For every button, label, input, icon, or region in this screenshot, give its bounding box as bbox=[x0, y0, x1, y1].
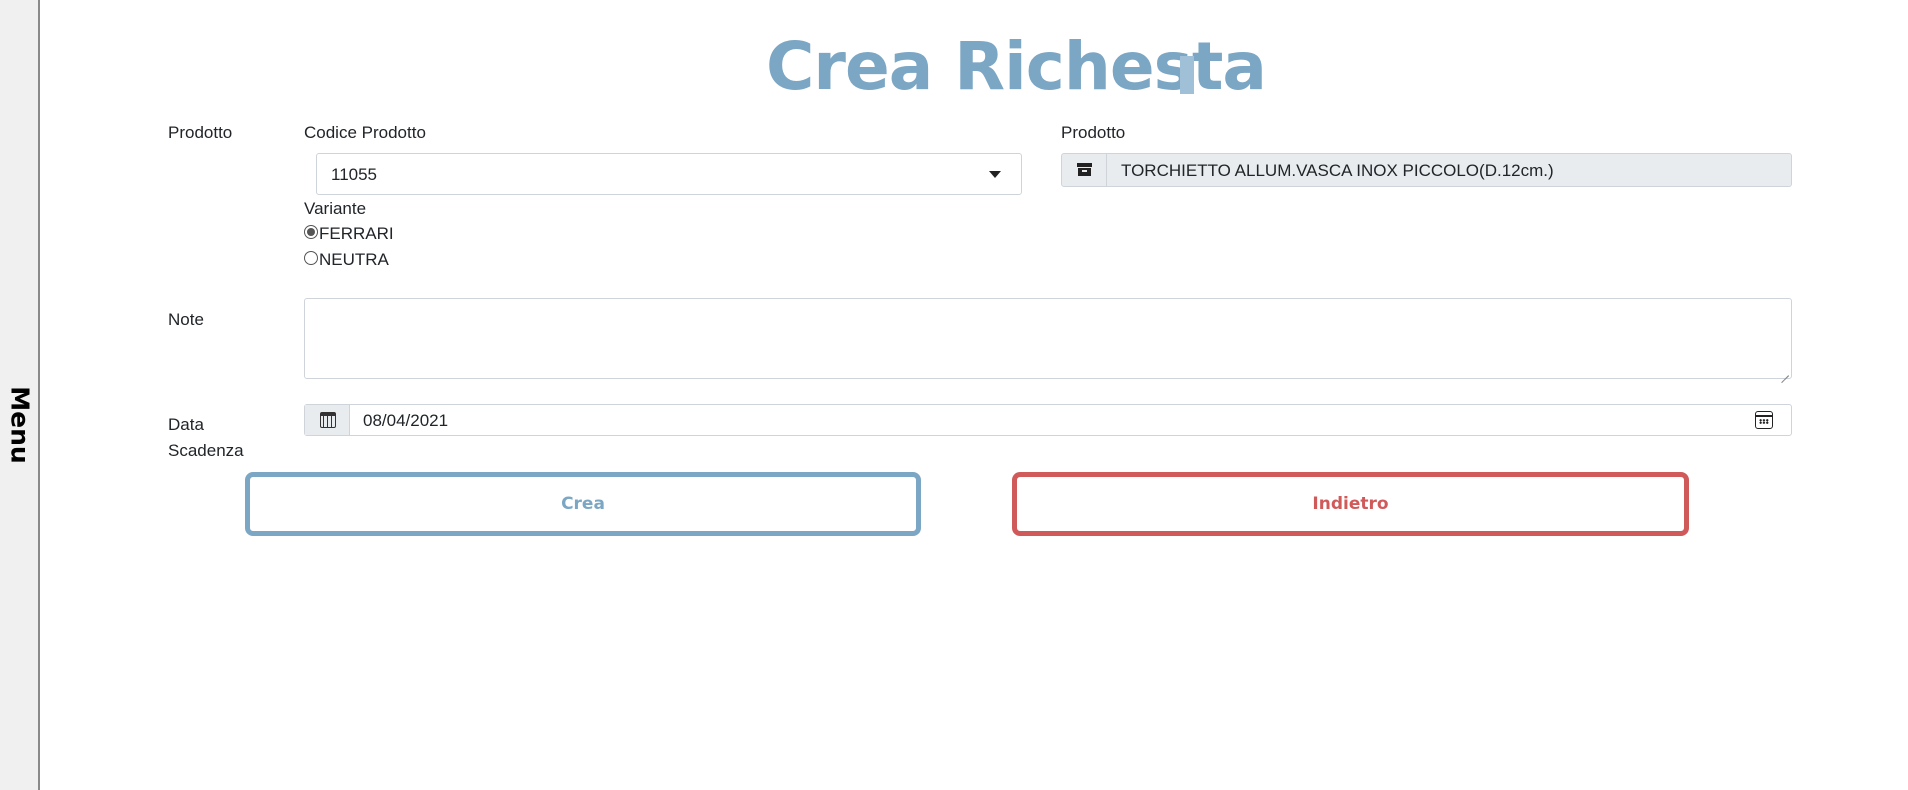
notes-label: Note bbox=[168, 310, 204, 329]
calendar-picker-icon[interactable] bbox=[1755, 411, 1773, 429]
variant-option-ferrari[interactable]: FERRARI bbox=[304, 224, 394, 244]
notes-textarea[interactable] bbox=[304, 298, 1792, 379]
due-date-value[interactable]: 08/04/2021 bbox=[363, 411, 448, 431]
variant-label: Variante bbox=[304, 199, 367, 218]
calendar-icon bbox=[320, 412, 336, 428]
product-section-label: Prodotto bbox=[168, 123, 233, 142]
date-addon bbox=[305, 405, 350, 435]
radio-neutra[interactable] bbox=[304, 251, 318, 265]
variant-option-label: FERRARI bbox=[319, 224, 394, 243]
due-date-label-line1: Data bbox=[168, 415, 204, 434]
create-button[interactable]: Crea bbox=[245, 472, 921, 536]
product-name-label: Prodotto bbox=[1061, 123, 1126, 142]
menu-label[interactable]: Menu bbox=[6, 386, 35, 463]
variant-option-neutra[interactable]: NEUTRA bbox=[304, 250, 389, 270]
side-menu[interactable]: Menu bbox=[0, 0, 40, 790]
product-code-value: 11055 bbox=[331, 165, 378, 184]
back-button[interactable]: Indietro bbox=[1012, 472, 1689, 536]
archive-icon bbox=[1077, 163, 1092, 176]
product-code-select[interactable]: 11055 bbox=[316, 153, 1022, 195]
variant-option-label: NEUTRA bbox=[319, 250, 389, 269]
product-name-value: TORCHIETTO ALLUM.VASCA INOX PICCOLO(D.12… bbox=[1121, 161, 1554, 180]
due-date-field[interactable]: 08/04/2021 bbox=[304, 404, 1792, 436]
radio-ferrari[interactable] bbox=[304, 225, 318, 239]
text-cursor bbox=[1180, 56, 1194, 94]
resize-grip-icon[interactable] bbox=[1779, 366, 1789, 376]
product-name-field: TORCHIETTO ALLUM.VASCA INOX PICCOLO(D.12… bbox=[1061, 153, 1792, 187]
product-code-label: Codice Prodotto bbox=[304, 123, 426, 142]
due-date-label-line2: Scadenza bbox=[168, 441, 244, 460]
product-addon bbox=[1062, 154, 1107, 186]
caret-down-icon bbox=[989, 171, 1001, 178]
